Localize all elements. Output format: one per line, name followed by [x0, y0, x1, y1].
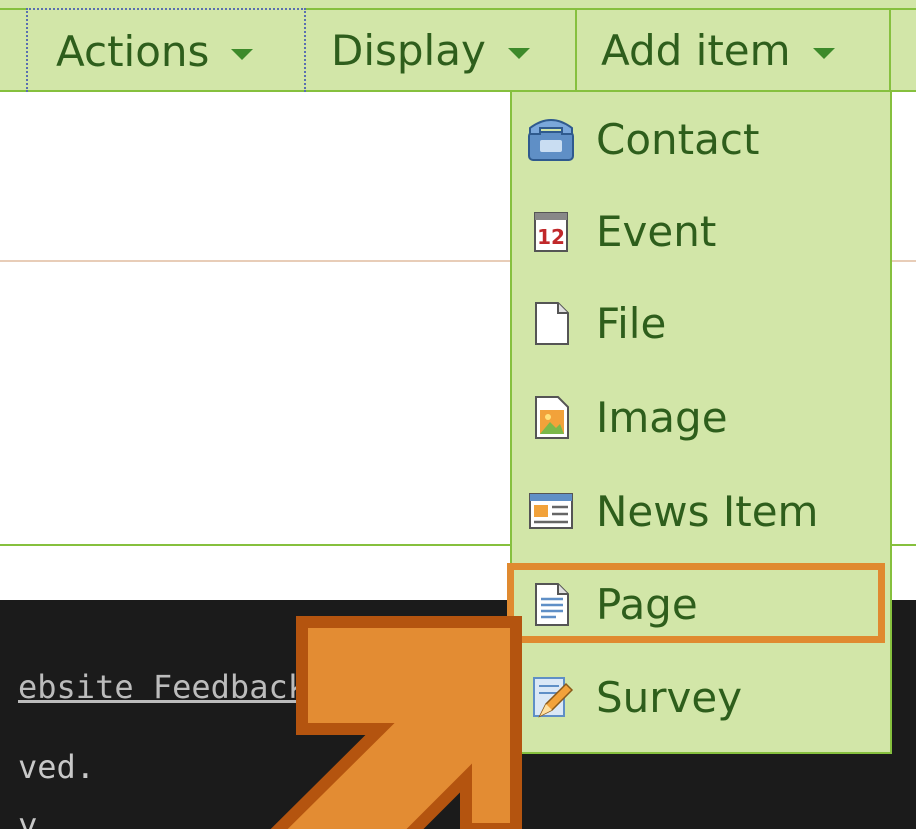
add-item-menu-button[interactable]: Add item — [579, 8, 891, 92]
menu-item-event[interactable]: 12 Event — [526, 196, 876, 266]
actions-menu-label: Actions — [56, 26, 210, 76]
display-menu-label: Display — [331, 25, 486, 75]
menu-item-survey[interactable]: Survey — [526, 662, 876, 732]
menu-item-label: File — [596, 298, 667, 348]
display-menu-button[interactable]: Display — [307, 8, 577, 92]
footer-copyright-text: ved. — [18, 748, 96, 786]
website-feedback-link[interactable]: ebsite Feedback? — [18, 668, 326, 706]
page-icon — [535, 583, 569, 626]
menu-item-page[interactable]: Page — [526, 569, 876, 639]
footer-text: y — [18, 806, 38, 829]
menubar-border — [0, 8, 26, 10]
actions-menu-button[interactable]: Actions — [26, 8, 306, 92]
news-item-icon — [529, 493, 573, 529]
menu-item-image[interactable]: Image — [526, 382, 876, 452]
menu-item-label: Image — [596, 392, 728, 442]
menu-item-file[interactable]: File — [526, 288, 876, 358]
image-icon — [535, 396, 569, 439]
screen: Actions Display Add item ebsite Feedback… — [0, 0, 916, 829]
calendar-event-icon: 12 — [534, 212, 568, 252]
menu-item-label: News Item — [596, 486, 819, 536]
add-item-menu-label: Add item — [601, 25, 791, 75]
add-item-dropdown: Contact 12 Event File Image News Item Pa… — [510, 92, 892, 754]
contact-phone-icon — [528, 119, 574, 161]
menu-item-news-item[interactable]: News Item — [526, 476, 876, 546]
menu-item-label: Contact — [596, 114, 760, 164]
chevron-down-icon — [507, 47, 530, 59]
file-icon — [535, 302, 569, 345]
content-menubar: Actions Display Add item — [0, 0, 916, 92]
menu-item-contact[interactable]: Contact — [526, 104, 876, 174]
menu-item-label: Page — [596, 579, 698, 629]
svg-text:12: 12 — [537, 225, 565, 249]
survey-icon — [533, 677, 574, 718]
menu-item-label: Event — [596, 206, 717, 256]
chevron-down-icon — [231, 48, 254, 60]
menu-item-label: Survey — [596, 672, 743, 722]
chevron-down-icon — [812, 47, 835, 59]
